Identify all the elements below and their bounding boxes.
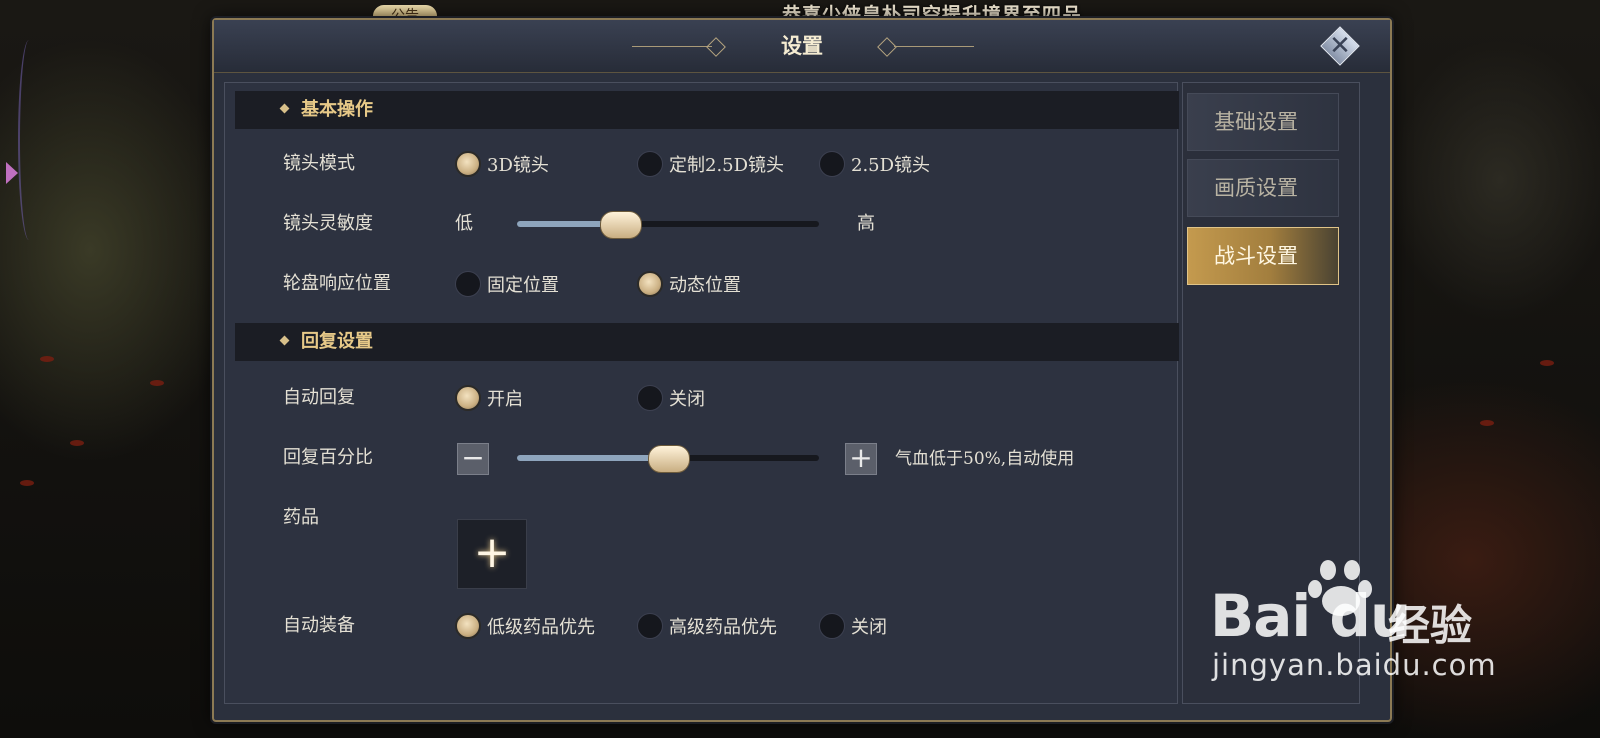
radio-label: 开启 (487, 389, 523, 410)
auto-equip-option-low[interactable]: 低级药品优先 (455, 611, 595, 641)
radio-label: 关闭 (669, 389, 705, 410)
leaf-decoration (40, 356, 54, 362)
radio-unselected-icon (637, 613, 663, 639)
radio-label: 低级药品优先 (487, 617, 595, 638)
radio-label: 2.5D镜头 (851, 155, 931, 176)
dialog-title: 设置 (781, 33, 823, 58)
side-effect-line (18, 40, 40, 240)
auto-equip-option-high[interactable]: 高级药品优先 (637, 611, 777, 641)
sensitivity-high-label: 高 (857, 213, 875, 234)
title-ornament-left (632, 46, 712, 47)
increase-button[interactable]: + (845, 443, 877, 475)
radio-unselected-icon (455, 271, 481, 297)
wheel-position-label: 轮盘响应位置 (283, 273, 391, 294)
radio-selected-icon (455, 385, 481, 411)
tab-graphics-settings[interactable]: 画质设置 (1187, 159, 1339, 217)
recover-percent-hint: 气血低于50%,自动使用 (895, 449, 1075, 469)
section-recovery-title: 回复设置 (301, 331, 373, 352)
diamond-bullet-icon (279, 335, 290, 346)
radio-label: 固定位置 (487, 275, 559, 296)
tab-basic-settings[interactable]: 基础设置 (1187, 93, 1339, 151)
auto-equip-option-off[interactable]: 关闭 (819, 611, 887, 641)
baidu-jingyan-watermark: Bai du 经验 jingyan.baidu.com (1210, 558, 1500, 688)
side-expand-arrow-icon[interactable] (6, 162, 18, 184)
radio-label: 定制2.5D镜头 (669, 155, 785, 176)
leaf-decoration (150, 380, 164, 386)
camera-mode-option-3d[interactable]: 3D镜头 (455, 149, 549, 179)
radio-selected-icon (455, 151, 481, 177)
section-recovery-header: 回复设置 (235, 323, 1179, 361)
dialog-titlebar: 设置 ✕ (214, 20, 1390, 73)
close-button[interactable]: ✕ (1320, 26, 1360, 66)
camera-sensitivity-label: 镜头灵敏度 (283, 213, 373, 234)
tab-label: 战斗设置 (1214, 244, 1298, 268)
close-icon: ✕ (1329, 31, 1351, 61)
radio-selected-icon (637, 271, 663, 297)
leaf-decoration (1480, 420, 1494, 426)
slider-thumb[interactable] (600, 211, 642, 239)
radio-unselected-icon (637, 151, 663, 177)
title-ornament-right (894, 46, 974, 47)
add-potion-slot[interactable]: + (457, 519, 527, 589)
auto-equip-label: 自动装备 (283, 615, 355, 636)
wheel-position-option-dynamic[interactable]: 动态位置 (637, 269, 741, 299)
tab-combat-settings[interactable]: 战斗设置 (1187, 227, 1339, 285)
slider-thumb[interactable] (648, 445, 690, 473)
diamond-bullet-icon (279, 103, 290, 114)
recover-percent-slider[interactable] (517, 445, 819, 473)
camera-mode-option-custom-2-5d[interactable]: 定制2.5D镜头 (637, 149, 784, 179)
radio-unselected-icon (819, 613, 845, 639)
plus-icon: + (473, 527, 511, 578)
section-basic-header: 基本操作 (235, 91, 1179, 129)
paw-icon (1306, 558, 1376, 618)
leaf-decoration (70, 440, 84, 446)
camera-mode-option-2-5d[interactable]: 2.5D镜头 (819, 149, 930, 179)
potion-label: 药品 (283, 507, 319, 528)
radio-selected-icon (455, 613, 481, 639)
radio-label: 3D镜头 (487, 155, 549, 176)
radio-unselected-icon (819, 151, 845, 177)
tab-label: 画质设置 (1214, 176, 1298, 200)
radio-label: 关闭 (851, 617, 887, 638)
radio-unselected-icon (637, 385, 663, 411)
camera-mode-label: 镜头模式 (283, 153, 355, 174)
watermark-url: jingyan.baidu.com (1212, 648, 1497, 682)
radio-label: 高级药品优先 (669, 617, 777, 638)
section-basic-title: 基本操作 (301, 99, 373, 120)
wheel-position-option-fixed[interactable]: 固定位置 (455, 269, 559, 299)
leaf-decoration (20, 480, 34, 486)
slider-fill (517, 455, 668, 461)
settings-content: 基本操作 镜头模式 3D镜头 定制2.5D镜头 2.5D镜头 镜头灵敏度 低 高… (224, 82, 1179, 704)
auto-recover-option-off[interactable]: 关闭 (637, 383, 705, 413)
auto-recover-label: 自动回复 (283, 387, 355, 408)
camera-sensitivity-slider[interactable] (517, 211, 819, 239)
recover-percent-label: 回复百分比 (283, 447, 373, 468)
watermark-brand: 经验 (1388, 601, 1473, 650)
sensitivity-low-label: 低 (455, 213, 473, 234)
decrease-button[interactable]: − (457, 443, 489, 475)
leaf-decoration (1540, 360, 1554, 366)
radio-label: 动态位置 (669, 275, 741, 296)
tab-label: 基础设置 (1214, 110, 1298, 134)
auto-recover-option-on[interactable]: 开启 (455, 383, 523, 413)
